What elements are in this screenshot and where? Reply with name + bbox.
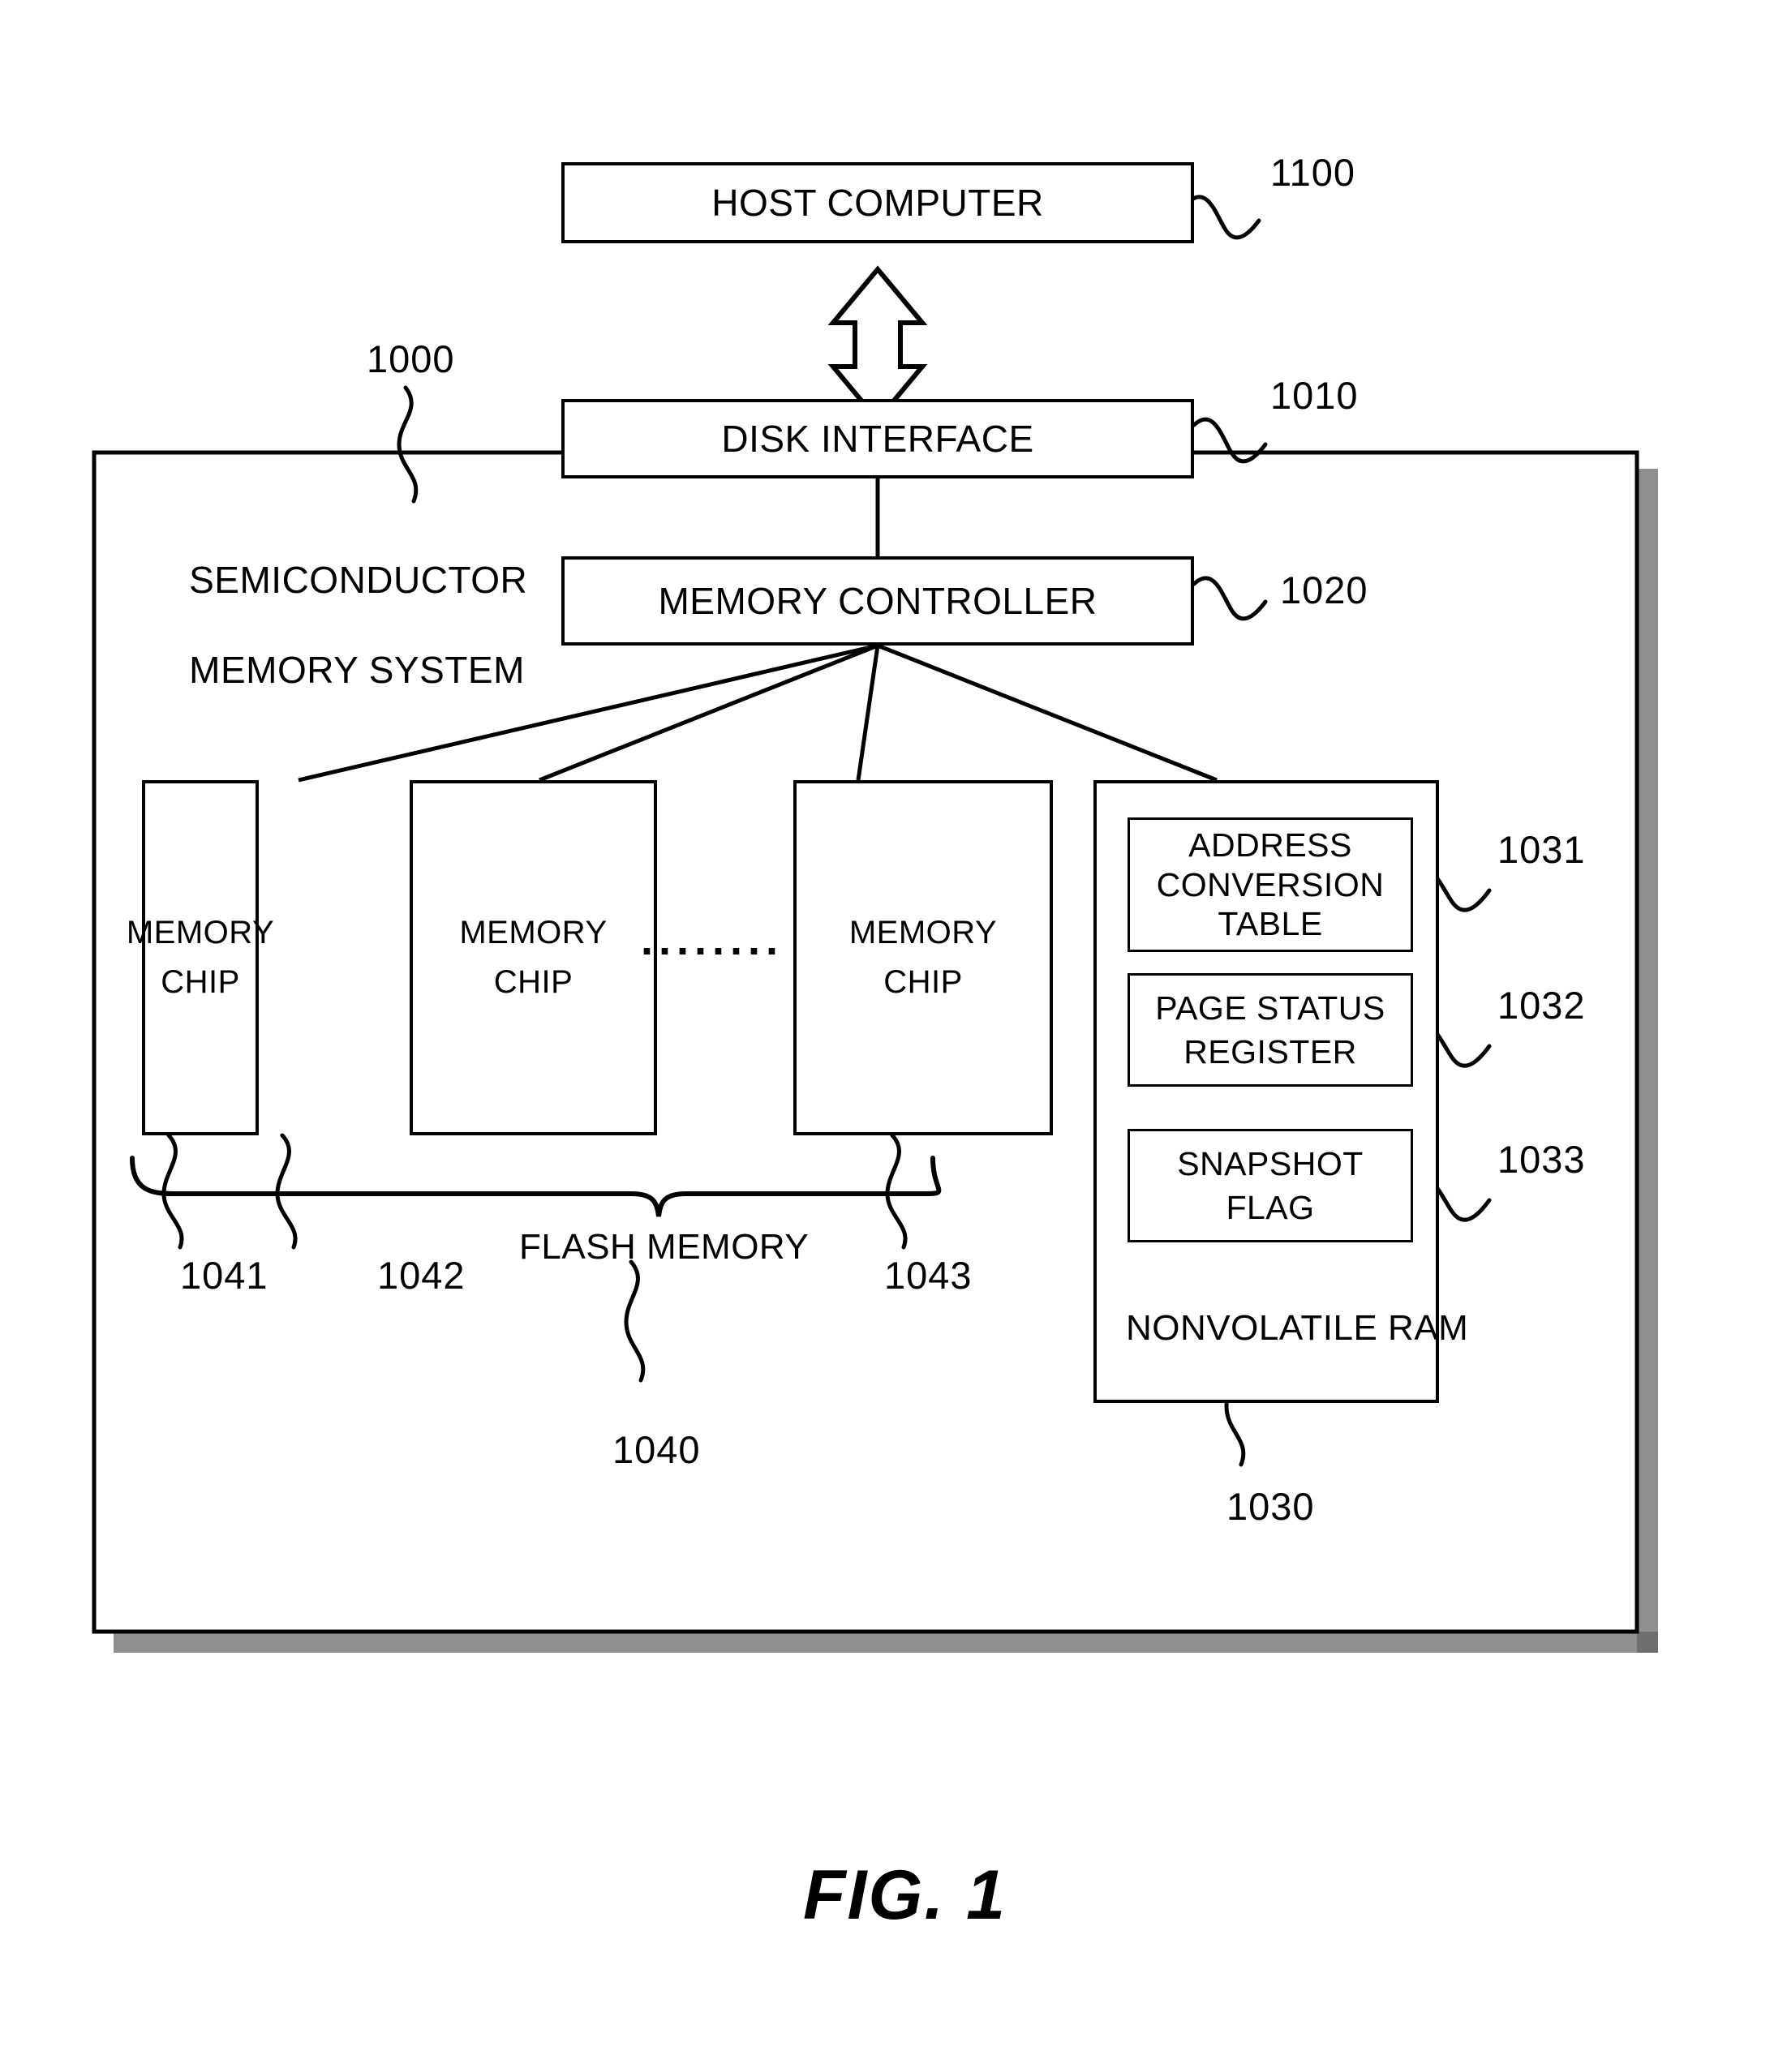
address-conversion-table-line-1: ADDRESS — [1188, 826, 1352, 864]
host-interface-double-arrow — [827, 265, 928, 424]
memory-chip-3-label-line-1: MEMORY — [848, 914, 998, 950]
snapshot-flag-line-1: SNAPSHOT — [1177, 1144, 1364, 1182]
figure-caption: FIG. 1 — [803, 1856, 1007, 1934]
ref-1032: 1032 — [1497, 984, 1586, 1027]
page-status-register-line-2: REGISTER — [1183, 1033, 1357, 1070]
leader-1100 — [1185, 195, 1261, 240]
disk-interface-label: DISK INTERFACE — [721, 417, 1034, 460]
memory-controller-label: MEMORY CONTROLLER — [658, 579, 1098, 622]
address-conversion-table-line-2: CONVERSION — [1156, 865, 1385, 903]
memory-chip-1-block: MEMORY CHIP — [127, 780, 274, 1135]
memory-chip-1-label-line-1: MEMORY — [126, 914, 275, 950]
memory-chip-2-label-line-1: MEMORY — [459, 914, 608, 950]
ref-1041: 1041 — [180, 1254, 268, 1297]
system-label-line-1: SEMICONDUCTOR — [189, 559, 528, 602]
patent-figure-sheet: HOST COMPUTER 1100 1000 SEMICONDUCTOR ME… — [0, 0, 1787, 2072]
semiconductor-memory-system-label: SEMICONDUCTOR MEMORY SYSTEM — [146, 513, 527, 737]
host-computer-label: HOST COMPUTER — [711, 181, 1044, 224]
disk-interface-block: DISK INTERFACE — [561, 399, 1194, 478]
leader-1040 — [624, 1259, 646, 1383]
memory-chip-3-label-line-2: CHIP — [883, 964, 963, 1000]
address-conversion-table-block: ADDRESS CONVERSION TABLE — [1128, 817, 1413, 952]
ref-1031: 1031 — [1497, 828, 1586, 871]
flash-memory-label: FLASH MEMORY — [519, 1227, 810, 1267]
snapshot-flag-block: SNAPSHOT FLAG — [1128, 1129, 1413, 1242]
memory-chip-2-label-line-2: CHIP — [493, 964, 573, 1000]
nonvolatile-ram-label: NONVOLATILE RAM — [1126, 1308, 1469, 1348]
flash-memory-brace — [130, 1156, 942, 1217]
leader-1000 — [397, 385, 419, 504]
memory-chip-2-block: MEMORY CHIP — [410, 780, 657, 1135]
system-label-line-2: MEMORY SYSTEM — [189, 648, 525, 691]
leader-1042 — [275, 1133, 298, 1250]
ref-1100: 1100 — [1270, 151, 1356, 194]
ref-1030: 1030 — [1226, 1485, 1315, 1528]
ref-1000: 1000 — [367, 337, 455, 380]
ref-1010: 1010 — [1270, 374, 1359, 417]
leader-1043 — [885, 1133, 908, 1250]
host-computer-block: HOST COMPUTER — [561, 162, 1194, 243]
address-conversion-table-line-3: TABLE — [1218, 905, 1323, 943]
memory-chip-1-label-line-2: CHIP — [161, 964, 240, 1000]
memory-chip-ellipsis: ........ — [641, 916, 784, 964]
snapshot-flag-line-2: FLAG — [1226, 1189, 1315, 1226]
ref-1040: 1040 — [612, 1428, 701, 1471]
ref-1033: 1033 — [1497, 1138, 1586, 1181]
ref-1043: 1043 — [884, 1254, 973, 1297]
leader-1041 — [161, 1133, 184, 1250]
leader-1010 — [1192, 417, 1268, 464]
memory-chip-3-block: MEMORY CHIP — [793, 780, 1053, 1135]
page-status-register-line-1: PAGE STATUS — [1155, 989, 1385, 1027]
page-status-register-block: PAGE STATUS REGISTER — [1128, 973, 1413, 1087]
ref-1042: 1042 — [377, 1254, 466, 1297]
leader-1020 — [1192, 576, 1268, 621]
ref-1020: 1020 — [1280, 568, 1368, 611]
memory-controller-block: MEMORY CONTROLLER — [561, 556, 1194, 646]
